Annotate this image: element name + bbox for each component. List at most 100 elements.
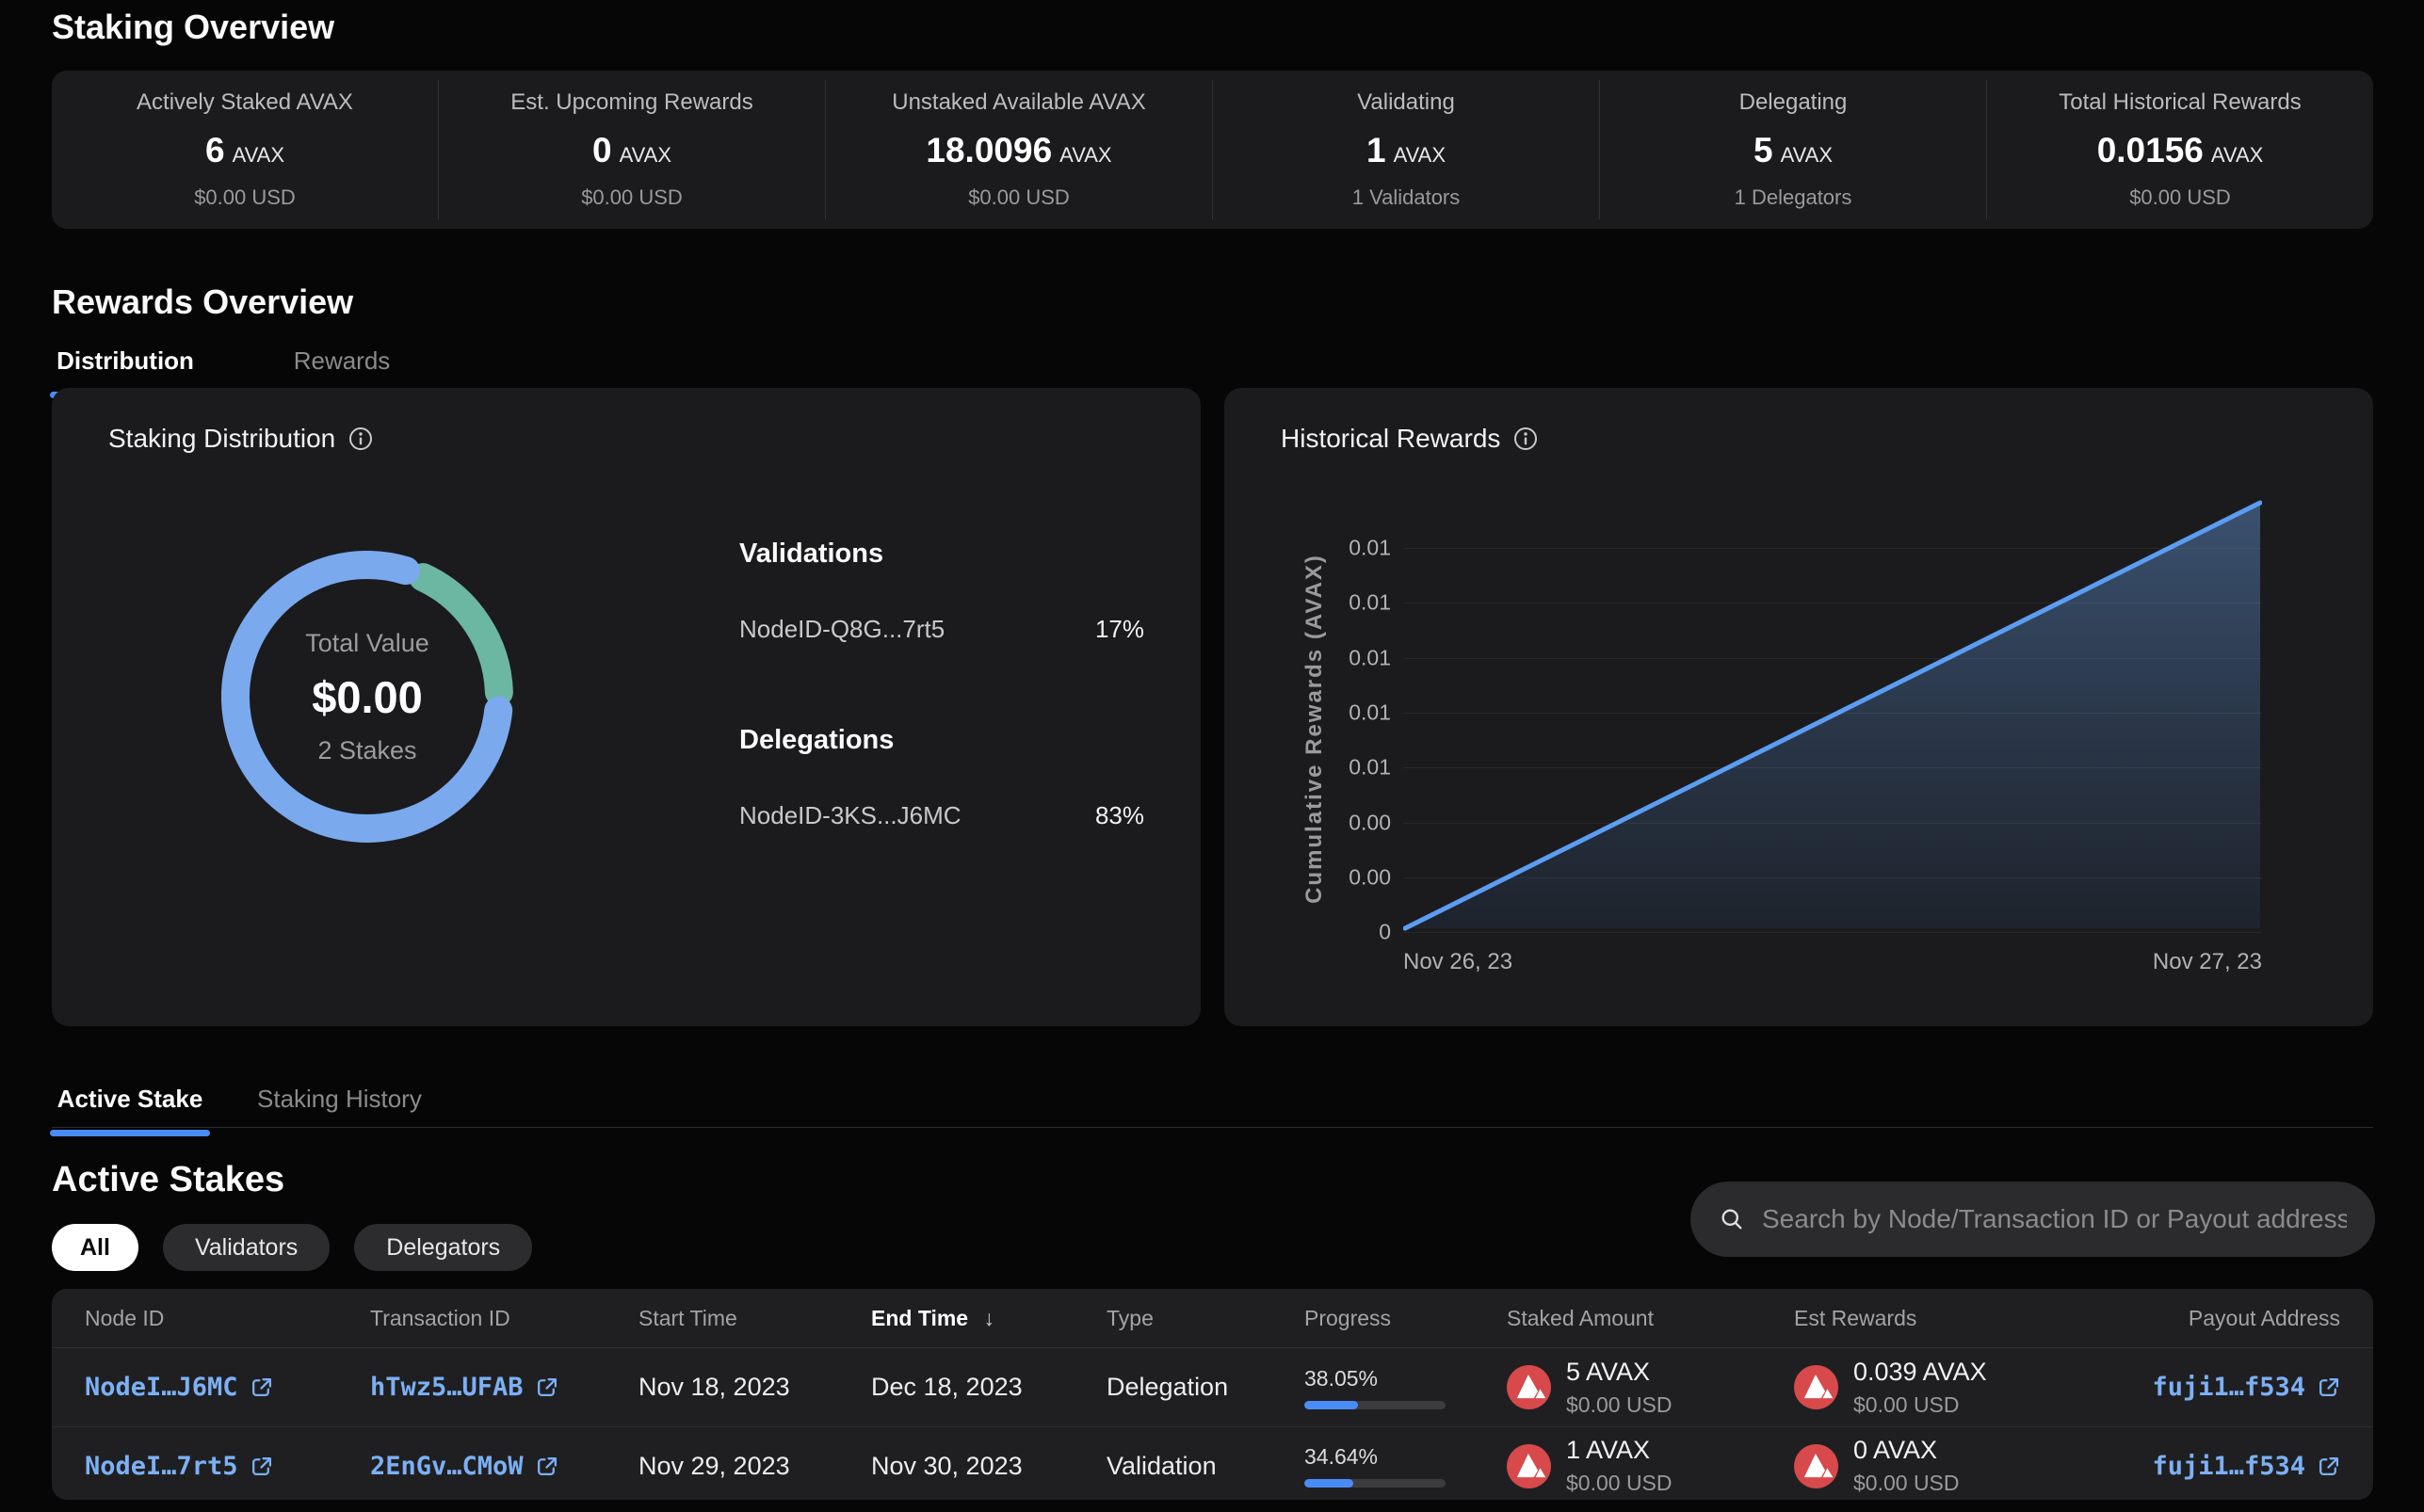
historical-rewards-title: Historical Rewards — [1281, 424, 1538, 454]
stat-sub: 1 Delegators — [1600, 185, 1986, 210]
delegation-pct: 83% — [1095, 801, 1144, 830]
transaction-id-link[interactable]: 2EnGv…CMoW — [370, 1452, 558, 1481]
validation-row[interactable]: NodeID-Q8G...7rt5 17% — [739, 615, 1144, 644]
stake-type: Delegation — [1107, 1373, 1304, 1402]
external-link-icon — [2317, 1455, 2340, 1478]
stake-search[interactable] — [1690, 1182, 2375, 1257]
y-gridline — [1403, 877, 2262, 878]
delegations-heading: Delegations — [739, 725, 1144, 756]
node-id-link[interactable]: NodeI…J6MC — [85, 1373, 273, 1402]
external-link-icon — [535, 1455, 558, 1478]
tabs-divider — [52, 1127, 2373, 1128]
stat-value: 18.0096AVAX — [826, 131, 1212, 170]
rewards-usd: $0.00 USD — [1853, 1471, 1960, 1496]
staked-amount-cell: 1 AVAX $0.00 USD — [1507, 1436, 1794, 1496]
tab-label: Distribution — [57, 346, 194, 375]
stat-value: 6AVAX — [52, 131, 438, 170]
y-gridline — [1403, 713, 2262, 714]
col-staked-amount: Staked Amount — [1507, 1306, 1794, 1331]
search-icon — [1719, 1206, 1745, 1232]
donut-center-label: Total Value — [305, 629, 429, 658]
stat-label: Actively Staked AVAX — [52, 89, 438, 116]
card-title-text: Staking Distribution — [108, 424, 335, 454]
active-stakes-title: Active Stakes — [52, 1160, 284, 1200]
y-tick-label: 0.00 — [1349, 810, 1391, 835]
progress-cell: 38.05% — [1304, 1366, 1507, 1409]
payout-address-link[interactable]: fuji1…f534 — [2152, 1373, 2340, 1402]
stat-upcoming-rewards: Est. Upcoming Rewards 0AVAX $0.00 USD — [438, 80, 825, 219]
progress-bar — [1304, 1401, 1446, 1409]
y-gridline — [1403, 823, 2262, 824]
y-axis-label: Cumulative Rewards (AVAX) — [1301, 531, 1328, 926]
validation-pct: 17% — [1095, 615, 1144, 644]
search-input[interactable] — [1762, 1204, 2347, 1234]
donut-center-sub: 2 Stakes — [317, 736, 416, 765]
est-rewards-cell: 0 AVAX$0.00 USD — [1794, 1436, 2105, 1496]
end-time: Dec 18, 2023 — [871, 1373, 1107, 1402]
staking-distribution-donut: Total Value $0.00 2 Stakes — [221, 551, 513, 843]
staked-avax: 1 AVAX — [1566, 1436, 1673, 1465]
staking-distribution-title: Staking Distribution — [108, 424, 373, 454]
distribution-legend: Validations NodeID-Q8G...7rt5 17% Delega… — [739, 539, 1144, 830]
active-stakes-table: Node ID Transaction ID Start Time End Ti… — [52, 1289, 2373, 1500]
y-tick-label: 0.00 — [1349, 864, 1391, 890]
filter-validators[interactable]: Validators — [163, 1224, 330, 1271]
donut-center-value: $0.00 — [312, 671, 423, 723]
rewards-usd: $0.00 USD — [1853, 1392, 1987, 1418]
y-gridline — [1403, 658, 2262, 659]
stat-sub: $0.00 USD — [52, 185, 438, 210]
active-tab-underline — [50, 1130, 210, 1136]
stat-sub: $0.00 USD — [1987, 185, 2373, 210]
est-rewards-cell: 0.039 AVAX $0.00 USD — [1794, 1358, 2105, 1418]
node-id-link[interactable]: NodeI…7rt5 — [85, 1452, 273, 1481]
avax-logo-icon — [1507, 1365, 1551, 1409]
filter-delegators[interactable]: Delegators — [354, 1224, 532, 1271]
stat-label: Total Historical Rewards — [1987, 89, 2373, 116]
rewards-line-chart: 0.010.010.010.010.010.000.000 — [1403, 497, 2262, 932]
external-link-icon — [250, 1455, 273, 1478]
delegation-row[interactable]: NodeID-3KS...J6MC 83% — [739, 801, 1144, 830]
progress-fill — [1304, 1479, 1353, 1488]
stat-sub: $0.00 USD — [439, 185, 825, 210]
y-tick-label: 0.01 — [1349, 755, 1391, 780]
x-axis-labels: Nov 26, 23 Nov 27, 23 — [1403, 949, 2262, 975]
col-label: End Time — [871, 1306, 968, 1330]
start-time: Nov 18, 2023 — [638, 1373, 871, 1402]
filter-all[interactable]: All — [52, 1224, 138, 1271]
col-payout-address: Payout Address — [2105, 1306, 2340, 1331]
col-progress: Progress — [1304, 1306, 1507, 1331]
validations-heading: Validations — [739, 539, 1144, 570]
page-title: Staking Overview — [52, 8, 334, 47]
y-gridline — [1403, 548, 2262, 549]
col-end-time-sort[interactable]: End Time ↓ — [871, 1306, 1107, 1331]
tab-label: Staking History — [257, 1085, 422, 1113]
staked-usd: $0.00 USD — [1566, 1471, 1673, 1496]
info-icon[interactable] — [348, 426, 373, 451]
delegation-node-id: NodeID-3KS...J6MC — [739, 801, 962, 830]
staking-distribution-card: Staking Distribution Total Value $0.00 2… — [52, 388, 1201, 1026]
y-tick-label: 0.01 — [1349, 700, 1391, 725]
stat-label: Est. Upcoming Rewards — [439, 89, 825, 116]
x-tick-start: Nov 26, 23 — [1403, 949, 1512, 975]
rewards-overview-title: Rewards Overview — [52, 282, 353, 322]
sort-arrow-icon: ↓ — [984, 1306, 995, 1330]
table-row: NodeI…7rt5 2EnGv…CMoW Nov 29, 2023 Nov 3… — [52, 1426, 2373, 1500]
stat-sub: $0.00 USD — [826, 185, 1212, 210]
transaction-id-link[interactable]: hTwz5…UFAB — [370, 1373, 558, 1402]
progress-label: 38.05% — [1304, 1366, 1507, 1391]
tab-label: Active Stake — [57, 1085, 203, 1113]
external-link-icon — [535, 1375, 558, 1399]
rewards-line-svg — [1403, 497, 2262, 932]
tab-staking-history[interactable]: Staking History — [257, 1085, 422, 1136]
stat-label: Delegating — [1600, 89, 1986, 116]
stat-value: 1AVAX — [1213, 131, 1599, 170]
rewards-avax: 0.039 AVAX — [1853, 1358, 1987, 1387]
col-node-id: Node ID — [85, 1306, 370, 1331]
stat-sub: 1 Validators — [1213, 185, 1599, 210]
col-transaction-id: Transaction ID — [370, 1306, 638, 1331]
historical-rewards-card: Historical Rewards Cumulative Rewards (A… — [1224, 388, 2373, 1026]
payout-address-link[interactable]: fuji1…f534 — [2152, 1452, 2340, 1481]
info-icon[interactable] — [1513, 426, 1538, 451]
tab-active-stake[interactable]: Active Stake — [50, 1085, 210, 1136]
stat-actively-staked: Actively Staked AVAX 6AVAX $0.00 USD — [52, 80, 438, 219]
